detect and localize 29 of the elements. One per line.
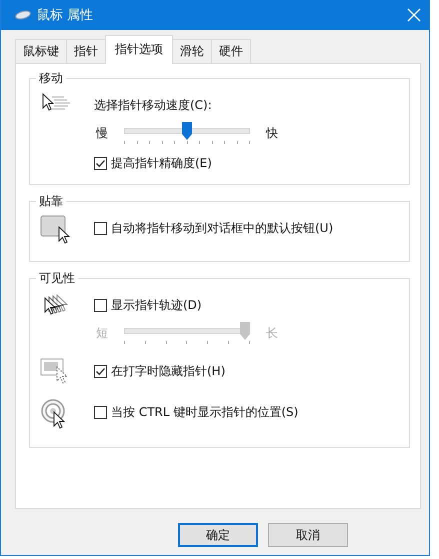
checkbox-label[interactable]: 当按 CTRL 键时显示指针的位置(S) bbox=[111, 404, 298, 421]
slider-min-label: 慢 bbox=[96, 125, 108, 142]
checkbox-label[interactable]: 提高指针精确度(E) bbox=[111, 155, 212, 172]
checkbox[interactable] bbox=[94, 157, 107, 170]
group-title: 移动 bbox=[36, 70, 66, 87]
checkbox-label[interactable]: 在打字时隐藏指针(H) bbox=[111, 363, 226, 380]
dialog-button[interactable]: 取消 bbox=[268, 523, 348, 547]
slider-max-label: 长 bbox=[266, 325, 278, 342]
tab[interactable]: 指针选项 bbox=[105, 35, 173, 64]
close-icon[interactable] bbox=[407, 8, 421, 22]
group-title: 可见性 bbox=[36, 270, 78, 287]
checkbox[interactable] bbox=[94, 365, 107, 378]
checkbox[interactable] bbox=[94, 222, 107, 235]
checkbox[interactable] bbox=[94, 406, 107, 419]
checkbox-label[interactable]: 显示指针轨迹(D) bbox=[111, 297, 202, 314]
checkbox-label[interactable]: 自动将指针移动到对话框中的默认按钮(U) bbox=[111, 220, 334, 237]
slider-max-label: 快 bbox=[266, 125, 278, 142]
tab[interactable]: 鼠标键 bbox=[15, 39, 67, 63]
tab[interactable]: 硬件 bbox=[211, 39, 251, 63]
dialog-button[interactable]: 确定 bbox=[178, 523, 258, 547]
slider[interactable] bbox=[124, 322, 250, 345]
checkbox[interactable] bbox=[94, 299, 107, 312]
slider-min-label: 短 bbox=[96, 325, 108, 342]
slider-thumb[interactable] bbox=[182, 122, 192, 140]
window-title: 鼠标 属性 bbox=[37, 7, 94, 24]
setting-label: 选择指针移动速度(C): bbox=[94, 97, 213, 114]
mouse-icon bbox=[15, 10, 31, 20]
group-title: 贴靠 bbox=[36, 193, 66, 210]
slider[interactable] bbox=[124, 122, 250, 145]
